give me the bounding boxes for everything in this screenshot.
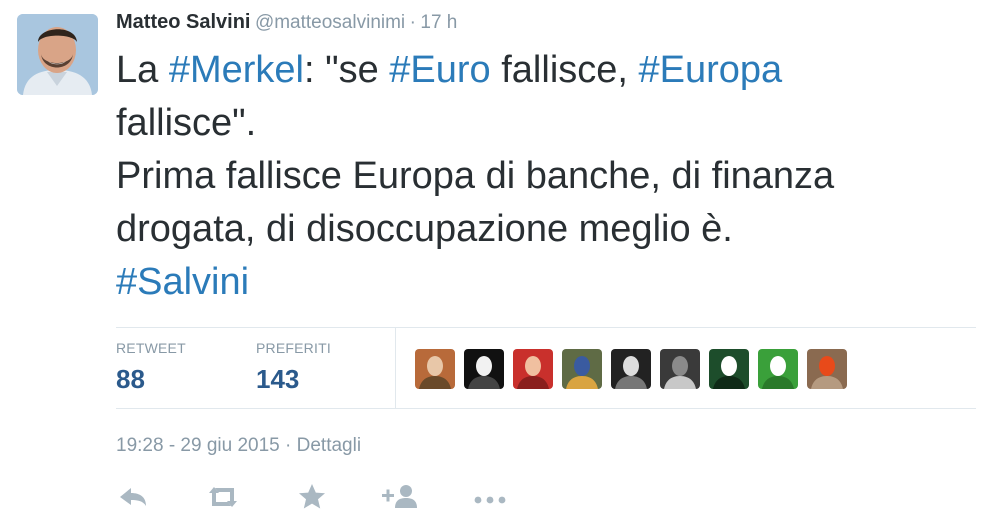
tweet-text: La #Merkel: "se #Euro fallisce, #Europa f…	[116, 44, 976, 309]
divider	[116, 408, 976, 409]
retweet-label: RETWEET	[116, 340, 186, 356]
favoriters-list	[415, 349, 847, 389]
timestamp-separator: ·	[285, 435, 292, 456]
timestamp-text: 19:28 - 29 giu 2015	[116, 435, 280, 456]
favorite-button[interactable]	[295, 480, 331, 516]
tweet-text-segment: : "se	[303, 49, 390, 91]
author-name[interactable]: Matteo Salvini	[116, 11, 250, 33]
tweet-text-line: drogata, di disoccupazione meglio è.	[116, 203, 976, 256]
more-icon	[474, 496, 506, 504]
favoriter-avatar-image	[415, 349, 455, 389]
hashtag-link[interactable]: #Euro	[389, 49, 490, 91]
favoriter-avatar-2[interactable]	[464, 349, 504, 389]
tweet-text-segment: fallisce".	[116, 102, 257, 144]
follow-button[interactable]	[380, 480, 417, 516]
tweet-text-line: La #Merkel: "se #Euro fallisce, #Europa	[116, 44, 976, 97]
favoriter-avatar-9[interactable]	[807, 349, 847, 389]
tweet-text-line: fallisce".	[116, 97, 976, 150]
tweet-text-segment: fallisce,	[490, 49, 639, 91]
tweet-age[interactable]: 17 h	[420, 12, 457, 33]
author-avatar[interactable]	[17, 14, 98, 95]
follow-icon	[382, 485, 417, 508]
favorites-stat[interactable]: PREFERITI 143	[256, 340, 331, 395]
favoriter-avatar-image	[660, 349, 700, 389]
details-link[interactable]: Dettagli	[297, 435, 361, 456]
favoriter-avatar-image	[709, 349, 749, 389]
reply-icon	[120, 488, 146, 506]
retweet-count: 88	[116, 364, 145, 394]
more-button[interactable]	[472, 480, 508, 516]
favorites-count: 143	[256, 364, 300, 394]
hashtag-link[interactable]: #Salvini	[116, 261, 249, 303]
divider	[395, 328, 396, 408]
favoriter-avatar-image	[758, 349, 798, 389]
tweet-text-segment: Prima fallisce Europa di banche, di fina…	[116, 155, 835, 197]
favoriter-avatar-image	[611, 349, 651, 389]
tweet-header: Matteo Salvini @matteosalvinimi · 17 h	[116, 11, 457, 34]
tweet-text-line: Prima fallisce Europa di banche, di fina…	[116, 150, 976, 203]
favoriter-avatar-4[interactable]	[562, 349, 602, 389]
favorite-icon	[299, 484, 325, 509]
header-separator: ·	[409, 12, 416, 33]
favoriter-avatar-8[interactable]	[758, 349, 798, 389]
favoriter-avatar-7[interactable]	[709, 349, 749, 389]
favoriter-avatar-image	[807, 349, 847, 389]
favoriter-avatar-3[interactable]	[513, 349, 553, 389]
retweet-button[interactable]	[204, 480, 240, 516]
tweet-text-segment: La	[116, 49, 169, 91]
reply-button[interactable]	[116, 480, 152, 516]
favoriter-avatar-5[interactable]	[611, 349, 651, 389]
author-avatar-image	[17, 14, 98, 95]
tweet-timestamp: 19:28 - 29 giu 2015 · Dettagli	[116, 435, 361, 457]
favoriter-avatar-1[interactable]	[415, 349, 455, 389]
favoriter-avatar-image	[464, 349, 504, 389]
author-handle[interactable]: @matteosalvinimi	[255, 12, 405, 33]
tweet-text-line: #Salvini	[116, 256, 976, 309]
retweet-icon	[209, 487, 237, 507]
hashtag-link[interactable]: #Europa	[639, 49, 783, 91]
tweet-text-segment: drogata, di disoccupazione meglio è.	[116, 208, 733, 250]
hashtag-link[interactable]: #Merkel	[169, 49, 304, 91]
favoriter-avatar-image	[513, 349, 553, 389]
retweet-stat[interactable]: RETWEET 88	[116, 340, 186, 395]
divider	[116, 327, 976, 328]
favoriter-avatar-image	[562, 349, 602, 389]
favoriter-avatar-6[interactable]	[660, 349, 700, 389]
favorites-label: PREFERITI	[256, 340, 331, 356]
